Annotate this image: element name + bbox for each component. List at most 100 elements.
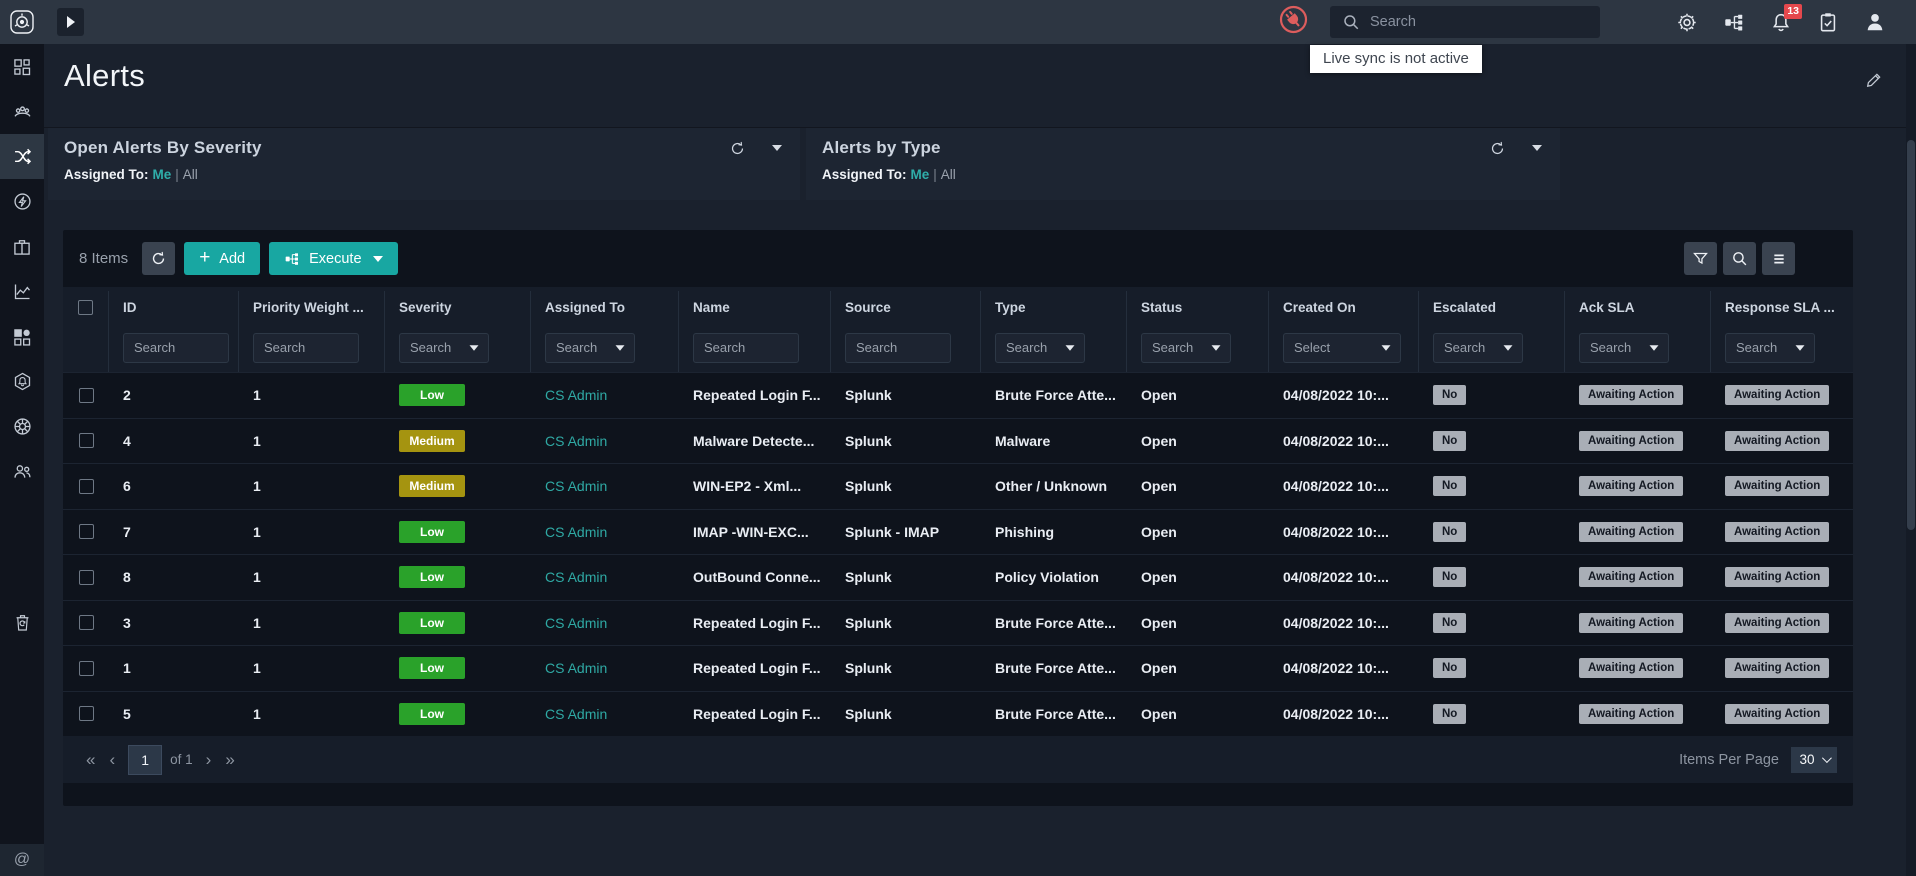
column-header-id[interactable]: ID [109, 291, 239, 323]
shuffle-icon [12, 146, 33, 167]
vertical-scrollbar[interactable] [1906, 44, 1916, 876]
sidebar-item-cases[interactable] [0, 224, 44, 269]
scrollbar-thumb[interactable] [1907, 140, 1915, 530]
current-page[interactable]: 1 [128, 745, 162, 775]
row-checkbox[interactable] [79, 615, 94, 630]
table-row[interactable]: 51LowCS AdminRepeated Login F...SplunkBr… [63, 691, 1853, 737]
sidebar-item-threat-intel[interactable] [0, 359, 44, 404]
app-logo[interactable] [0, 0, 44, 44]
column-settings-button[interactable] [1762, 242, 1795, 275]
next-page-button[interactable]: › [199, 750, 219, 770]
select-all-checkbox[interactable] [78, 300, 93, 315]
filter-button[interactable] [1684, 242, 1717, 275]
filter-input-id[interactable] [123, 333, 229, 363]
sidebar-item-apps[interactable] [0, 314, 44, 359]
sidebar-item-alerts[interactable] [0, 134, 44, 179]
sidebar-item-analytics[interactable] [0, 269, 44, 314]
assigned-all-link[interactable]: All [183, 167, 198, 182]
prev-page-button[interactable]: ‹ [102, 750, 122, 770]
filter-select-type[interactable]: Search [995, 333, 1085, 363]
assigned-user-link[interactable]: CS Admin [545, 524, 607, 540]
row-checkbox[interactable] [79, 433, 94, 448]
assigned-me-link[interactable]: Me [911, 167, 930, 182]
edit-page-button[interactable] [1865, 70, 1884, 94]
column-header-ack[interactable]: Ack SLA [1565, 291, 1711, 323]
cell-severity: Low [385, 612, 531, 634]
table-row[interactable]: 81LowCS AdminOutBound Conne...SplunkPoli… [63, 554, 1853, 600]
column-header-assigned[interactable]: Assigned To [531, 291, 679, 323]
table-refresh-button[interactable] [142, 242, 175, 275]
profile-button[interactable] [1864, 11, 1886, 33]
sidebar-item-community[interactable] [0, 89, 44, 134]
sidebar-item-portal[interactable] [0, 404, 44, 449]
org-hierarchy-button[interactable] [1723, 11, 1745, 33]
sidebar-item-recycle-bin[interactable] [0, 600, 44, 645]
assigned-me-link[interactable]: Me [153, 167, 172, 182]
row-checkbox[interactable] [79, 661, 94, 676]
global-search[interactable] [1330, 6, 1600, 38]
filter-select-assigned[interactable]: Search [545, 333, 635, 363]
table-row[interactable]: 41MediumCS AdminMalware Detecte...Splunk… [63, 418, 1853, 464]
filter-select-escalated[interactable]: Search [1433, 333, 1523, 363]
sidebar-item-users[interactable] [0, 449, 44, 494]
chevron-down-icon[interactable] [772, 145, 782, 151]
filter-select-severity[interactable]: Search [399, 333, 489, 363]
assigned-user-link[interactable]: CS Admin [545, 569, 607, 585]
filter-input-name[interactable] [693, 333, 799, 363]
tasks-button[interactable] [1817, 11, 1839, 33]
table-row[interactable]: 21LowCS AdminRepeated Login F...SplunkBr… [63, 372, 1853, 418]
assigned-all-link[interactable]: All [941, 167, 956, 182]
row-checkbox[interactable] [79, 388, 94, 403]
refresh-icon[interactable] [729, 140, 746, 157]
sync-status-icon[interactable] [1279, 5, 1308, 39]
column-header-type[interactable]: Type [981, 291, 1127, 323]
filter-select-response[interactable]: Search [1725, 333, 1815, 363]
sidebar-item-dashboard[interactable] [0, 44, 44, 89]
settings-button[interactable] [1676, 11, 1698, 33]
row-checkbox[interactable] [79, 524, 94, 539]
filter-input-weight[interactable] [253, 333, 359, 363]
row-checkbox[interactable] [79, 706, 94, 721]
filter-input-source[interactable] [845, 333, 951, 363]
row-checkbox[interactable] [79, 570, 94, 585]
filter-select-created[interactable]: Select [1283, 333, 1401, 363]
table-row[interactable]: 11LowCS AdminRepeated Login F...SplunkBr… [63, 645, 1853, 691]
assigned-user-link[interactable]: CS Admin [545, 615, 607, 631]
sla-status-badge: Awaiting Action [1579, 658, 1683, 678]
last-page-button[interactable]: » [218, 750, 241, 770]
table-row[interactable]: 61MediumCS AdminWIN-EP2 - Xml...SplunkOt… [63, 463, 1853, 509]
cell-response: Awaiting Action [1711, 567, 1853, 587]
column-header-status[interactable]: Status [1127, 291, 1269, 323]
items-per-page-select[interactable]: 30 [1791, 747, 1837, 773]
search-input[interactable] [1370, 14, 1588, 30]
column-header-weight[interactable]: Priority Weight ... [239, 291, 385, 323]
assigned-user-link[interactable]: CS Admin [545, 478, 607, 494]
row-checkbox[interactable] [79, 479, 94, 494]
column-header-severity[interactable]: Severity [385, 291, 531, 323]
assigned-user-link[interactable]: CS Admin [545, 660, 607, 676]
column-header-name[interactable]: Name [679, 291, 831, 323]
cell-assigned: CS Admin [531, 387, 679, 403]
first-page-button[interactable]: « [79, 750, 102, 770]
assigned-user-link[interactable]: CS Admin [545, 433, 607, 449]
notifications-button[interactable]: 13 [1770, 11, 1792, 33]
filter-select-ack[interactable]: Search [1579, 333, 1669, 363]
refresh-icon[interactable] [1489, 140, 1506, 157]
table-row[interactable]: 71LowCS AdminIMAP -WIN-EXC...Splunk - IM… [63, 509, 1853, 555]
column-header-source[interactable]: Source [831, 291, 981, 323]
assigned-user-link[interactable]: CS Admin [545, 706, 607, 722]
sidebar-item-automation[interactable] [0, 179, 44, 224]
collapse-sidebar-button[interactable] [57, 8, 84, 36]
assigned-to-label: Assigned To: [822, 167, 907, 182]
add-button[interactable]: + Add [184, 242, 260, 275]
column-header-response[interactable]: Response SLA ... [1711, 291, 1853, 323]
filter-select-status[interactable]: Search [1141, 333, 1231, 363]
table-row[interactable]: 31LowCS AdminRepeated Login F...SplunkBr… [63, 600, 1853, 646]
execute-button[interactable]: Execute [269, 242, 397, 275]
sidebar-item-mentions[interactable]: @ [0, 844, 44, 876]
table-search-button[interactable] [1723, 242, 1756, 275]
chevron-down-icon[interactable] [1532, 145, 1542, 151]
column-header-escalated[interactable]: Escalated [1419, 291, 1565, 323]
assigned-user-link[interactable]: CS Admin [545, 387, 607, 403]
column-header-created[interactable]: Created On [1269, 291, 1419, 323]
